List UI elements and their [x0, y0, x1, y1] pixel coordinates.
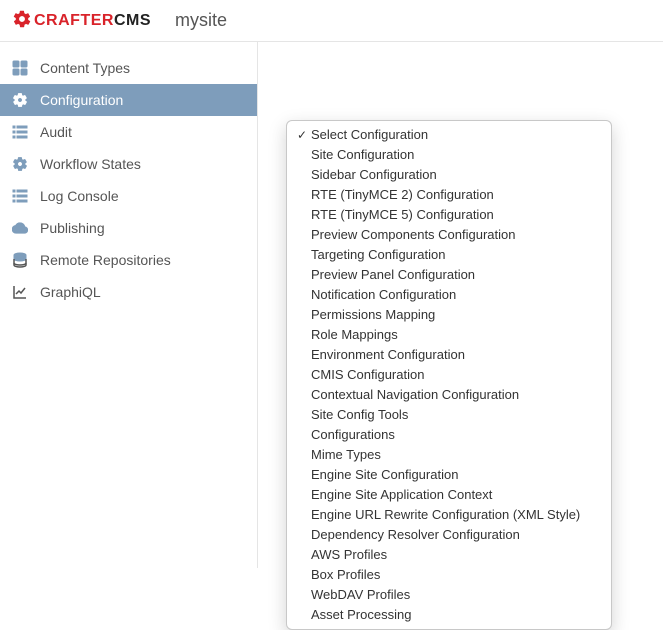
check-icon: ✓: [293, 126, 311, 144]
dropdown-option-label: AWS Profiles: [311, 546, 387, 564]
sidebar-item-label: Configuration: [40, 92, 123, 108]
dropdown-option[interactable]: Site Config Tools: [287, 405, 611, 425]
dropdown-option[interactable]: Site Configuration: [287, 145, 611, 165]
dropdown-option-label: Mime Types: [311, 446, 381, 464]
dropdown-option-label: Dependency Resolver Configuration: [311, 526, 520, 544]
dropdown-option-label: Role Mappings: [311, 326, 398, 344]
dropdown-option-label: WebDAV Profiles: [311, 586, 410, 604]
sidebar-item-label: Content Types: [40, 60, 130, 76]
dropdown-option[interactable]: Sidebar Configuration: [287, 165, 611, 185]
list-icon: [12, 124, 28, 140]
dropdown-option-label: Permissions Mapping: [311, 306, 435, 324]
dropdown-option-label: CMIS Configuration: [311, 366, 424, 384]
dropdown-option-label: Targeting Configuration: [311, 246, 445, 264]
sidebar-item-label: Audit: [40, 124, 72, 140]
dropdown-option-label: Engine URL Rewrite Configuration (XML St…: [311, 506, 580, 524]
sidebar-item-log-console[interactable]: Log Console: [0, 180, 257, 212]
sidebar-item-configuration[interactable]: Configuration: [0, 84, 257, 116]
dropdown-option[interactable]: Targeting Configuration: [287, 245, 611, 265]
list-icon: [12, 188, 28, 204]
dropdown-option-label: Site Config Tools: [311, 406, 408, 424]
dropdown-option-label: Environment Configuration: [311, 346, 465, 364]
sidebar-item-content-types[interactable]: Content Types: [0, 52, 257, 84]
dropdown-option[interactable]: RTE (TinyMCE 2) Configuration: [287, 185, 611, 205]
dropdown-option[interactable]: RTE (TinyMCE 5) Configuration: [287, 205, 611, 225]
grid-icon: [12, 60, 28, 76]
dropdown-option-label: RTE (TinyMCE 2) Configuration: [311, 186, 494, 204]
sidebar-item-label: Remote Repositories: [40, 252, 171, 268]
sidebar-item-remote-repositories[interactable]: Remote Repositories: [0, 244, 257, 276]
sidebar-item-label: Log Console: [40, 188, 119, 204]
dropdown-option[interactable]: Box Profiles: [287, 565, 611, 585]
dropdown-option[interactable]: Permissions Mapping: [287, 305, 611, 325]
site-name[interactable]: mysite: [175, 10, 227, 31]
dropdown-option-label: Contextual Navigation Configuration: [311, 386, 519, 404]
dropdown-option[interactable]: Preview Panel Configuration: [287, 265, 611, 285]
sidebar-item-workflow-states[interactable]: Workflow States: [0, 148, 257, 180]
dropdown-option[interactable]: Engine URL Rewrite Configuration (XML St…: [287, 505, 611, 525]
dropdown-option[interactable]: AWS Profiles: [287, 545, 611, 565]
dropdown-option-label: Select Configuration: [311, 126, 428, 144]
dropdown-option-label: Preview Components Configuration: [311, 226, 516, 244]
dropdown-option-label: Site Configuration: [311, 146, 414, 164]
dropdown-option[interactable]: Engine Site Application Context: [287, 485, 611, 505]
gear-logo-icon: [12, 9, 32, 32]
dropdown-option-label: Engine Site Application Context: [311, 486, 492, 504]
database-icon: [12, 252, 28, 268]
sidebar-item-label: Publishing: [40, 220, 105, 236]
dropdown-option[interactable]: Notification Configuration: [287, 285, 611, 305]
dropdown-option[interactable]: Preview Components Configuration: [287, 225, 611, 245]
dropdown-option[interactable]: Engine Site Configuration: [287, 465, 611, 485]
gear-icon: [12, 92, 28, 108]
dropdown-option[interactable]: Configurations: [287, 425, 611, 445]
chart-icon: [12, 284, 28, 300]
dropdown-option-label: RTE (TinyMCE 5) Configuration: [311, 206, 494, 224]
dropdown-option-label: Preview Panel Configuration: [311, 266, 475, 284]
dropdown-option-label: Asset Processing: [311, 606, 411, 624]
sidebar: Content Types Configuration Audit Workflow …: [0, 42, 258, 568]
dropdown-option[interactable]: Environment Configuration: [287, 345, 611, 365]
logo[interactable]: CRAFTERCMS: [12, 9, 151, 32]
dropdown-option[interactable]: WebDAV Profiles: [287, 585, 611, 605]
cloud-icon: [12, 220, 28, 236]
dropdown-option-label: Box Profiles: [311, 566, 380, 584]
dropdown-option[interactable]: Asset Processing: [287, 605, 611, 625]
header: CRAFTERCMS mysite: [0, 0, 663, 42]
dropdown-option-label: Notification Configuration: [311, 286, 456, 304]
sidebar-item-label: GraphiQL: [40, 284, 101, 300]
sidebar-item-graphiql[interactable]: GraphiQL: [0, 276, 257, 308]
dropdown-option-label: Engine Site Configuration: [311, 466, 458, 484]
dropdown-option[interactable]: Role Mappings: [287, 325, 611, 345]
configuration-dropdown[interactable]: ✓Select ConfigurationSite ConfigurationS…: [286, 120, 612, 630]
sidebar-item-publishing[interactable]: Publishing: [0, 212, 257, 244]
sidebar-item-audit[interactable]: Audit: [0, 116, 257, 148]
dropdown-option[interactable]: CMIS Configuration: [287, 365, 611, 385]
gear-icon: [12, 156, 28, 172]
dropdown-option-label: Configurations: [311, 426, 395, 444]
dropdown-option-label: Sidebar Configuration: [311, 166, 437, 184]
dropdown-option[interactable]: Dependency Resolver Configuration: [287, 525, 611, 545]
dropdown-option[interactable]: Mime Types: [287, 445, 611, 465]
logo-text: CRAFTERCMS: [34, 12, 151, 30]
dropdown-option[interactable]: Contextual Navigation Configuration: [287, 385, 611, 405]
main-panel: ✓Select ConfigurationSite ConfigurationS…: [258, 42, 663, 568]
sidebar-item-label: Workflow States: [40, 156, 141, 172]
dropdown-option[interactable]: ✓Select Configuration: [287, 125, 611, 145]
